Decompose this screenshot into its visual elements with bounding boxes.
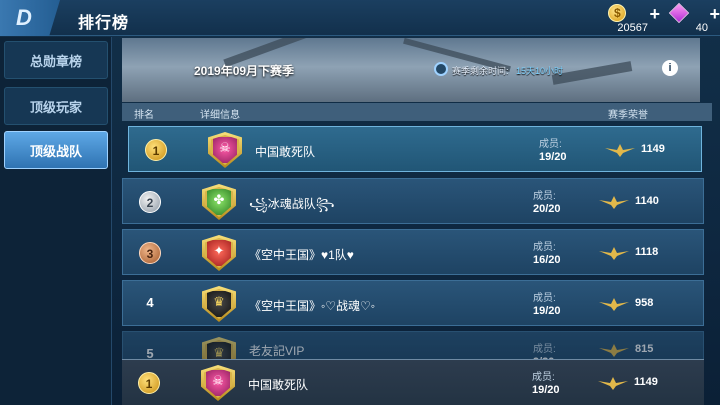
honor-score: 1140 xyxy=(635,195,659,207)
back-button[interactable]: D xyxy=(0,0,60,36)
header-details: 详细信息 xyxy=(200,110,240,121)
silver-medal-icon: 2 xyxy=(139,191,161,213)
members-count: 20/20 xyxy=(533,203,561,215)
honor-wing-icon xyxy=(605,144,635,157)
back-icon: D xyxy=(16,5,32,30)
info-icon[interactable]: i xyxy=(662,60,678,76)
table-row[interactable]: 3 ✦ 《空中王国》♥1队♥ 成员: 16/20 1118 xyxy=(122,229,704,275)
top-bar: D 排行榜 20567 + 40 + xyxy=(0,0,720,36)
table-row[interactable]: 1 ☠ 中国敢死队 成员: 19/20 1149 xyxy=(128,126,702,172)
rank-number: 4 xyxy=(146,295,154,310)
team-name: 中国敢死队 xyxy=(255,145,316,159)
members-label: 成员: xyxy=(533,191,556,202)
honor-wing-icon xyxy=(598,377,628,390)
sidebar-item-top-teams[interactable]: 顶级战队 xyxy=(4,131,108,169)
team-name: 《空中王国》◦♡战魂♡◦ xyxy=(249,299,376,313)
coin-currency: 20567 + xyxy=(600,2,660,34)
gem-currency: 40 + xyxy=(660,2,720,34)
wolf-icon: ✦ xyxy=(213,243,225,258)
bronze-medal-icon: 3 xyxy=(139,242,161,264)
honor-score: 1149 xyxy=(634,376,658,388)
coin-icon xyxy=(608,4,626,22)
honor-score: 1118 xyxy=(635,246,659,258)
add-coins-button[interactable]: + xyxy=(649,4,660,25)
leaderboard-screen: D 排行榜 20567 + 40 + 总勋章榜 顶级玩家 顶级战队 2019年0… xyxy=(0,0,720,405)
members-count: 16/20 xyxy=(533,254,561,266)
members-count: 19/20 xyxy=(532,384,560,396)
season-title: 2019年09月下赛季 xyxy=(194,64,295,78)
members-label: 成员: xyxy=(539,139,562,150)
skull-icon: ☠ xyxy=(219,140,231,155)
team-name: ꧁冰魂战队꧂ xyxy=(249,197,335,211)
clover-icon: ✤ xyxy=(213,192,225,207)
sidebar-item-label: 顶级战队 xyxy=(29,143,82,159)
own-team-row[interactable]: 1 ☠ 中国敢死队 成员: 19/20 1149 xyxy=(122,359,704,405)
skull-icon: ☠ xyxy=(212,373,224,388)
crown-icon: ♛ xyxy=(213,294,225,309)
sidebar: 总勋章榜 顶级玩家 顶级战队 xyxy=(0,37,112,405)
honor-score: 815 xyxy=(635,343,654,355)
gem-amount: 40 xyxy=(695,22,708,34)
header-rank: 排名 xyxy=(134,110,154,121)
members-label: 成员: xyxy=(533,293,556,304)
season-banner: 2019年09月下赛季 赛季剩余时间: 15天10小时 i xyxy=(122,38,700,102)
gold-medal-icon: 1 xyxy=(138,372,160,394)
table-row[interactable]: 4 ♛ 《空中王国》◦♡战魂♡◦ 成员: 19/20 958 xyxy=(122,280,704,326)
coin-amount: 20567 xyxy=(617,22,648,34)
jet-illustration xyxy=(551,61,633,85)
honor-wing-icon xyxy=(599,196,629,209)
sidebar-item-label: 顶级玩家 xyxy=(29,99,82,115)
add-gems-button[interactable]: + xyxy=(709,4,720,25)
honor-score: 1149 xyxy=(641,143,665,155)
gem-icon xyxy=(668,2,690,24)
members-count: 19/20 xyxy=(533,305,561,317)
members-count: 19/20 xyxy=(539,151,567,163)
season-remaining-label: 赛季剩余时间: xyxy=(452,66,509,76)
honor-score: 958 xyxy=(635,297,654,309)
honor-wing-icon xyxy=(599,298,629,311)
table-header: 排名 详细信息 赛季荣誉 xyxy=(122,103,712,121)
sidebar-item-label: 总勋章榜 xyxy=(29,53,82,69)
timer-icon xyxy=(434,62,448,76)
members-label: 成员: xyxy=(533,242,556,253)
members-label: 成员: xyxy=(532,372,555,383)
honor-wing-icon xyxy=(599,344,629,357)
table-row[interactable]: 2 ✤ ꧁冰魂战队꧂ 成员: 20/20 1140 xyxy=(122,178,704,224)
season-remaining-value: 15天10小时 xyxy=(516,66,564,76)
honor-wing-icon xyxy=(599,247,629,260)
team-name: 《空中王国》♥1队♥ xyxy=(249,248,354,262)
team-name: 老友記VIP xyxy=(249,344,305,358)
team-name: 中国敢死队 xyxy=(248,378,309,392)
sidebar-item-top-players[interactable]: 顶级玩家 xyxy=(4,87,108,125)
gold-medal-icon: 1 xyxy=(145,139,167,161)
page-title: 排行榜 xyxy=(78,15,130,32)
members-label: 成员: xyxy=(533,344,556,355)
sidebar-item-total-medals[interactable]: 总勋章榜 xyxy=(4,41,108,79)
header-honor: 赛季荣誉 xyxy=(608,110,648,121)
